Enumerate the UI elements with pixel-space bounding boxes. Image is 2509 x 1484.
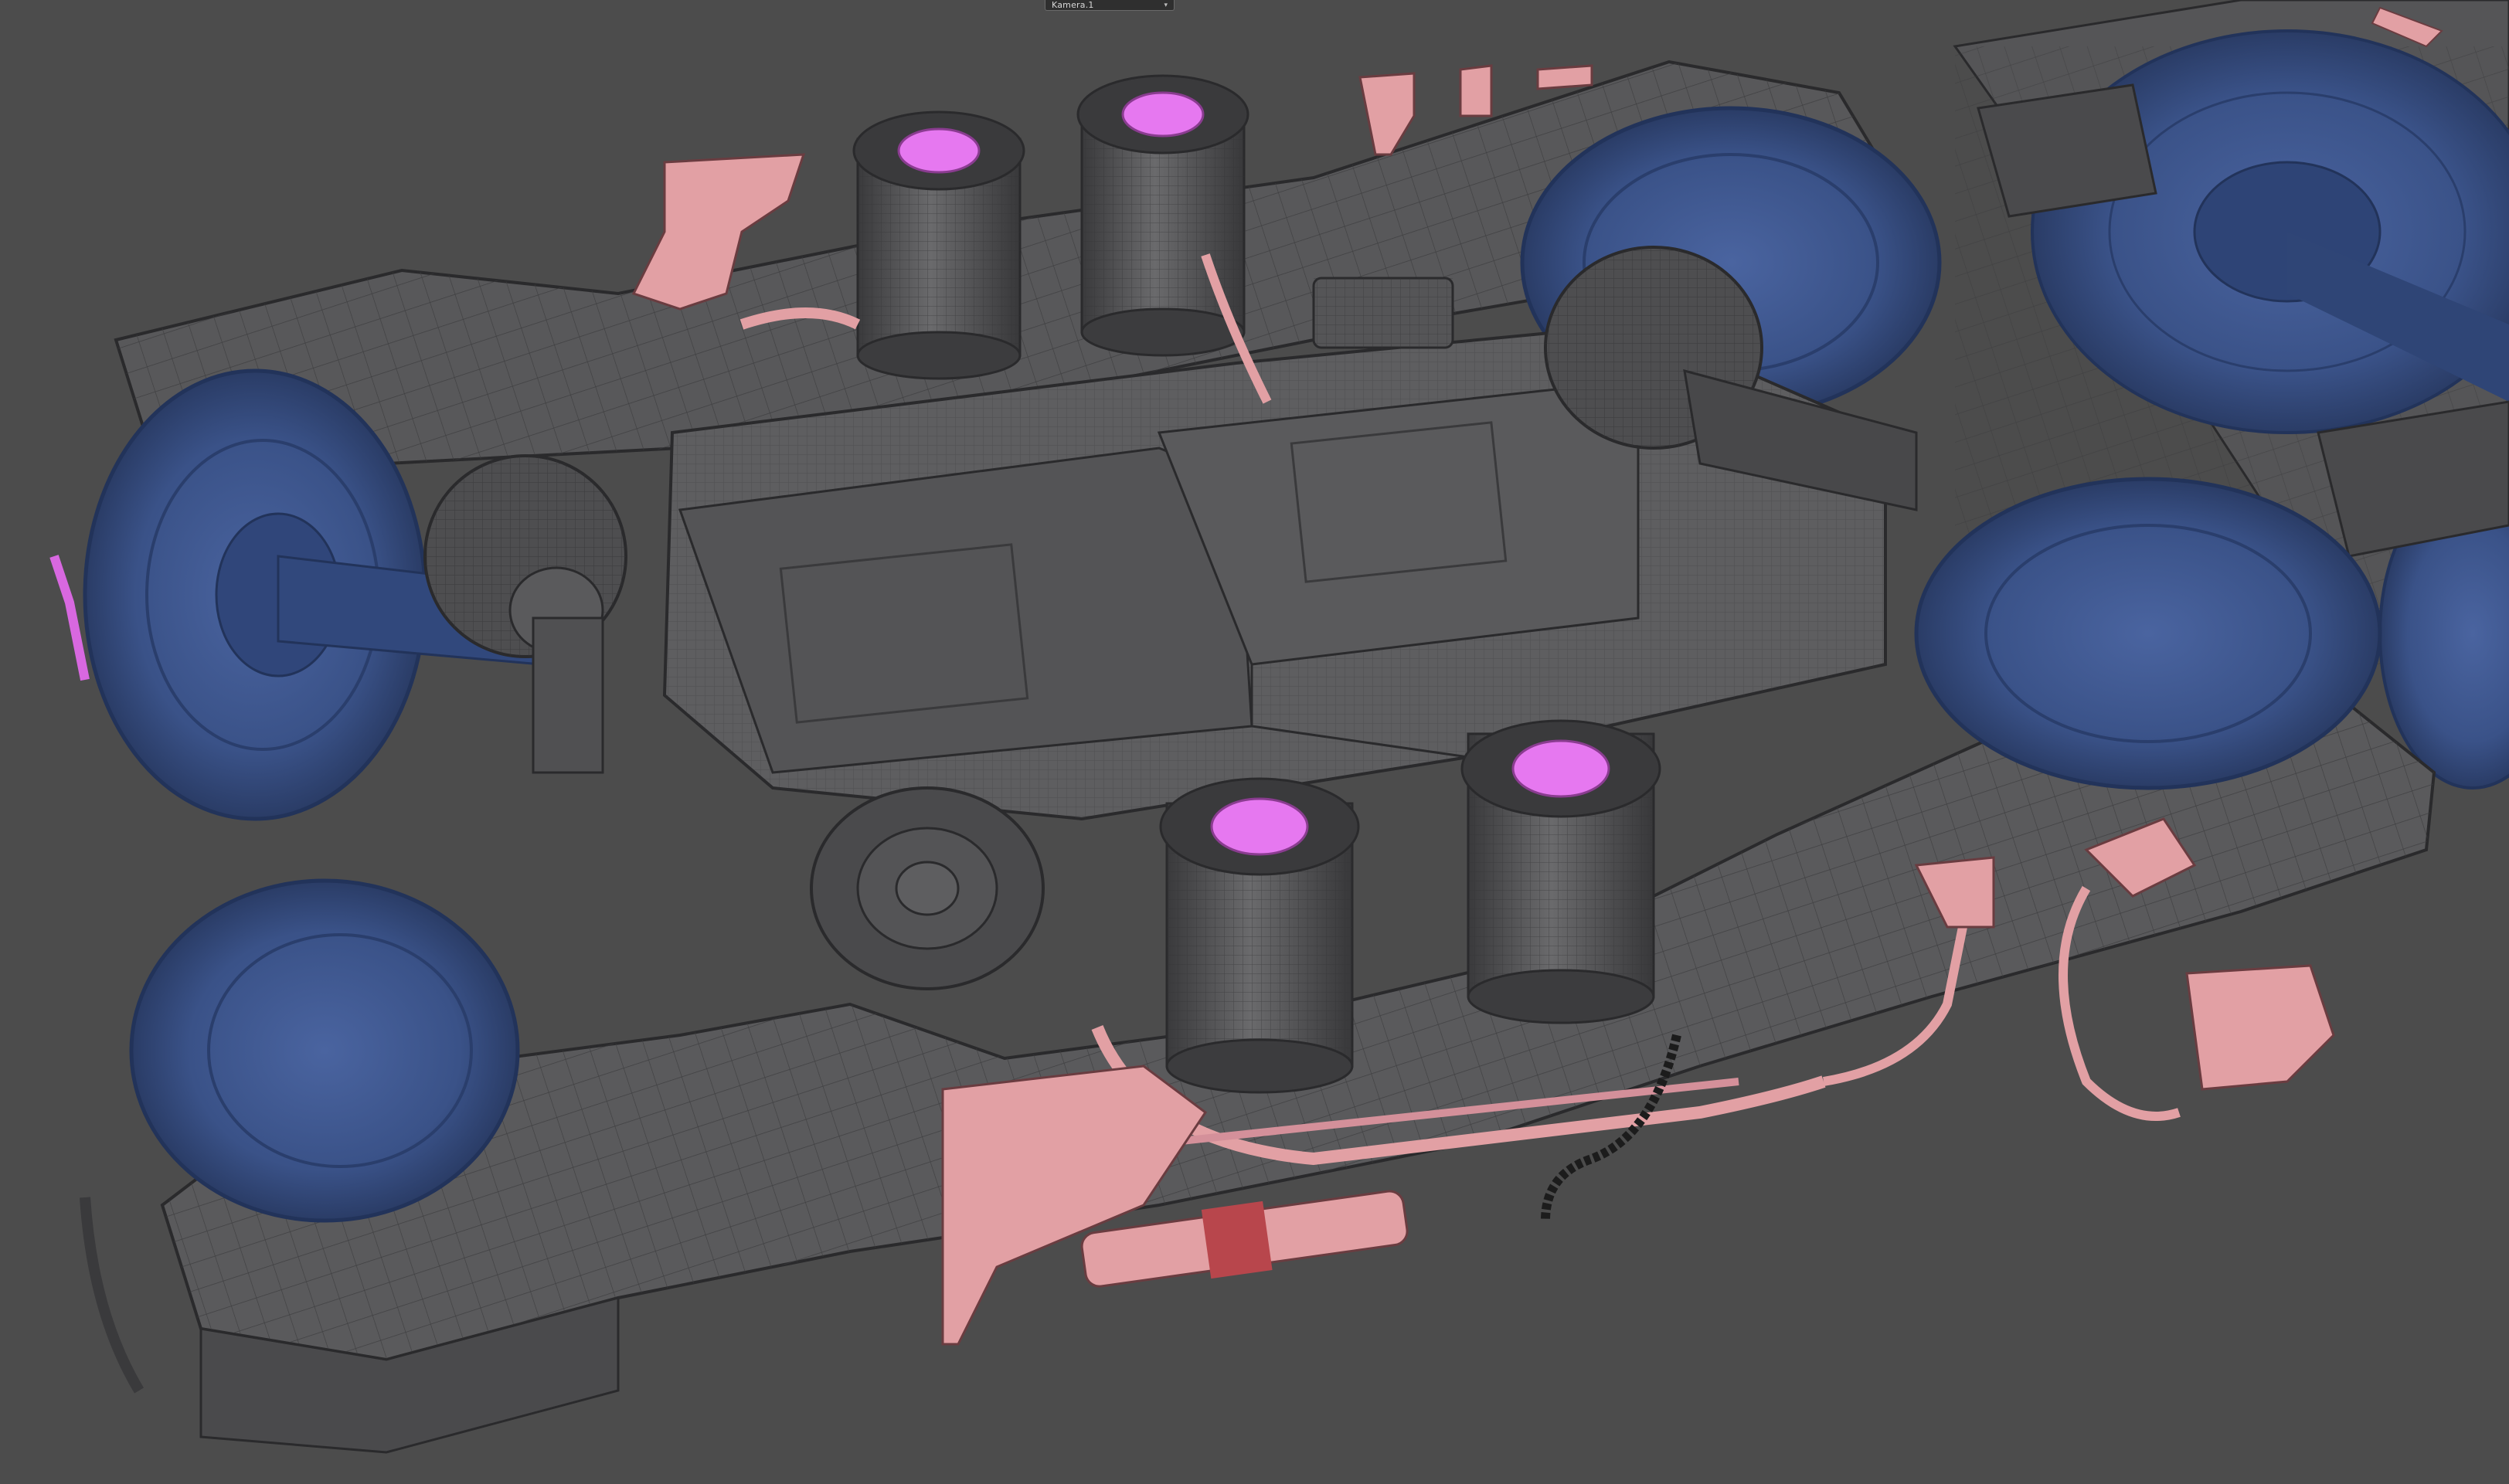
- chevron-down-icon[interactable]: ▾: [1164, 0, 1168, 11]
- air-spring-front-2: [1460, 719, 1661, 1024]
- camera-selector[interactable]: Kamera.1 ▾: [1045, 0, 1175, 11]
- air-spring-rear-1: [852, 110, 1025, 380]
- camera-label: Kamera.1: [1052, 0, 1094, 10]
- bogie-render[interactable]: [0, 0, 2509, 1484]
- front-left-wheel: [129, 878, 520, 1223]
- 3d-viewport[interactable]: Kamera.1 ▾: [0, 0, 2509, 1484]
- left-axle-gearbox: [423, 454, 627, 774]
- rear-damper: [1312, 277, 1454, 349]
- air-spring-front-1: [1159, 777, 1360, 1094]
- front-right-wheel: [1914, 477, 2382, 790]
- brake-disc: [810, 786, 1045, 990]
